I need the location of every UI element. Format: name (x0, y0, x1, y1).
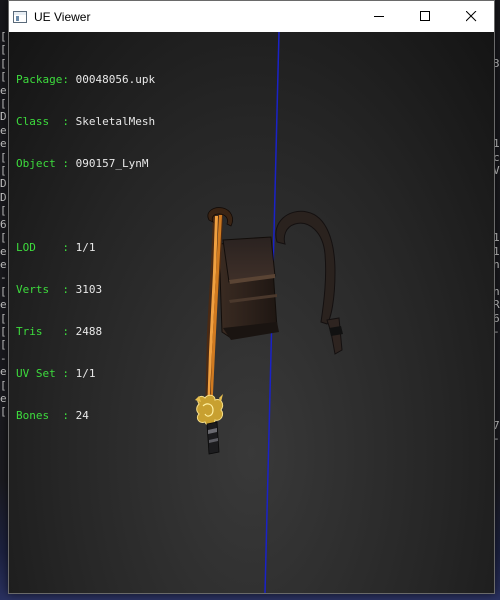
info-row-lod: LOD : 1/1 (16, 241, 155, 255)
close-icon (465, 11, 476, 22)
info-label: Class : (16, 115, 76, 128)
console-char: e (0, 298, 7, 312)
shoulder-strap (275, 210, 336, 325)
info-spacer (16, 199, 155, 213)
info-label: Object : (16, 157, 76, 170)
info-row-uvset: UV Set : 1/1 (16, 367, 155, 381)
console-char: [ (0, 324, 7, 338)
info-value: 090157_LynM (75, 157, 149, 170)
info-row-class: Class : SkeletalMesh (16, 115, 155, 129)
info-row-verts: Verts : 3103 (16, 283, 155, 297)
console-char: [ (0, 204, 7, 218)
console-char: e (0, 365, 7, 379)
minimize-icon (373, 16, 384, 17)
info-row-object: Object : 090157_LynM (16, 157, 155, 171)
maximize-icon (419, 11, 430, 21)
console-char: [ (0, 284, 7, 298)
info-label: UV Set : (16, 367, 76, 380)
info-label: LOD : (16, 241, 76, 254)
console-char: [ (0, 56, 7, 70)
desktop: [[[[e[De e[[D D[6[e e -[e[[[- e[e[ 3 1cV 11n … (0, 0, 500, 600)
console-char: D (0, 190, 7, 204)
console-char: - (0, 351, 7, 365)
app-window-icon[interactable] (13, 10, 27, 23)
console-char: 6 (0, 217, 7, 231)
dragon-ornament (195, 394, 224, 427)
info-value: 24 (75, 409, 89, 422)
maximize-button[interactable] (402, 1, 448, 32)
console-char: [ (0, 378, 7, 392)
mesh-info-overlay: Package: 00048056.upk Class : SkeletalMe… (16, 45, 155, 451)
info-value: 1/1 (75, 367, 96, 380)
info-label: Tris : (16, 325, 76, 338)
background-console-left: [[[[e[De e[[D D[6[e e -[e[[[- e[e[ (0, 30, 8, 530)
console-char: D (0, 110, 7, 124)
console-char: e (0, 391, 7, 405)
window-controls (356, 1, 494, 32)
console-char: [ (0, 43, 7, 57)
console-char: [ (0, 97, 7, 111)
console-char: e (0, 83, 7, 97)
info-row-package: Package: 00048056.upk (16, 73, 155, 87)
ue-viewer-window: UE Viewer Package: 00048056.upk Class: … (8, 0, 495, 594)
info-value: 1/1 (75, 241, 96, 254)
console-char: [ (0, 231, 7, 245)
info-label: Verts : (16, 283, 76, 296)
console-char: [ (0, 30, 7, 43)
info-value: 3103 (75, 283, 103, 296)
info-label: Package: (16, 73, 76, 86)
3d-viewport[interactable]: Package: 00048056.upk Class : SkeletalMe… (9, 32, 494, 593)
info-value: 2488 (75, 325, 103, 338)
console-char: [ (0, 338, 7, 352)
console-char: [ (0, 405, 7, 419)
pendant (206, 421, 220, 455)
close-button[interactable] (448, 1, 494, 32)
console-char: [ (0, 311, 7, 325)
console-char: e (0, 257, 7, 271)
info-label: Bones : (16, 409, 76, 422)
info-value: 00048056.upk (75, 73, 156, 86)
console-char: e (0, 137, 7, 151)
title-bar[interactable]: UE Viewer (9, 1, 494, 32)
console-char: e (0, 244, 7, 258)
minimize-button[interactable] (356, 1, 402, 32)
console-char: [ (0, 70, 7, 84)
info-value: SkeletalMesh (75, 115, 156, 128)
shoulder-strap-lower (326, 317, 343, 355)
info-row-tris: Tris : 2488 (16, 325, 155, 339)
console-char: - (0, 271, 7, 285)
console-char: D (0, 177, 7, 191)
window-title: UE Viewer (34, 9, 91, 24)
info-row-bones: Bones : 24 (16, 409, 155, 423)
console-char: [ (0, 164, 7, 178)
console-char: e (0, 123, 7, 137)
console-char: [ (0, 150, 7, 164)
